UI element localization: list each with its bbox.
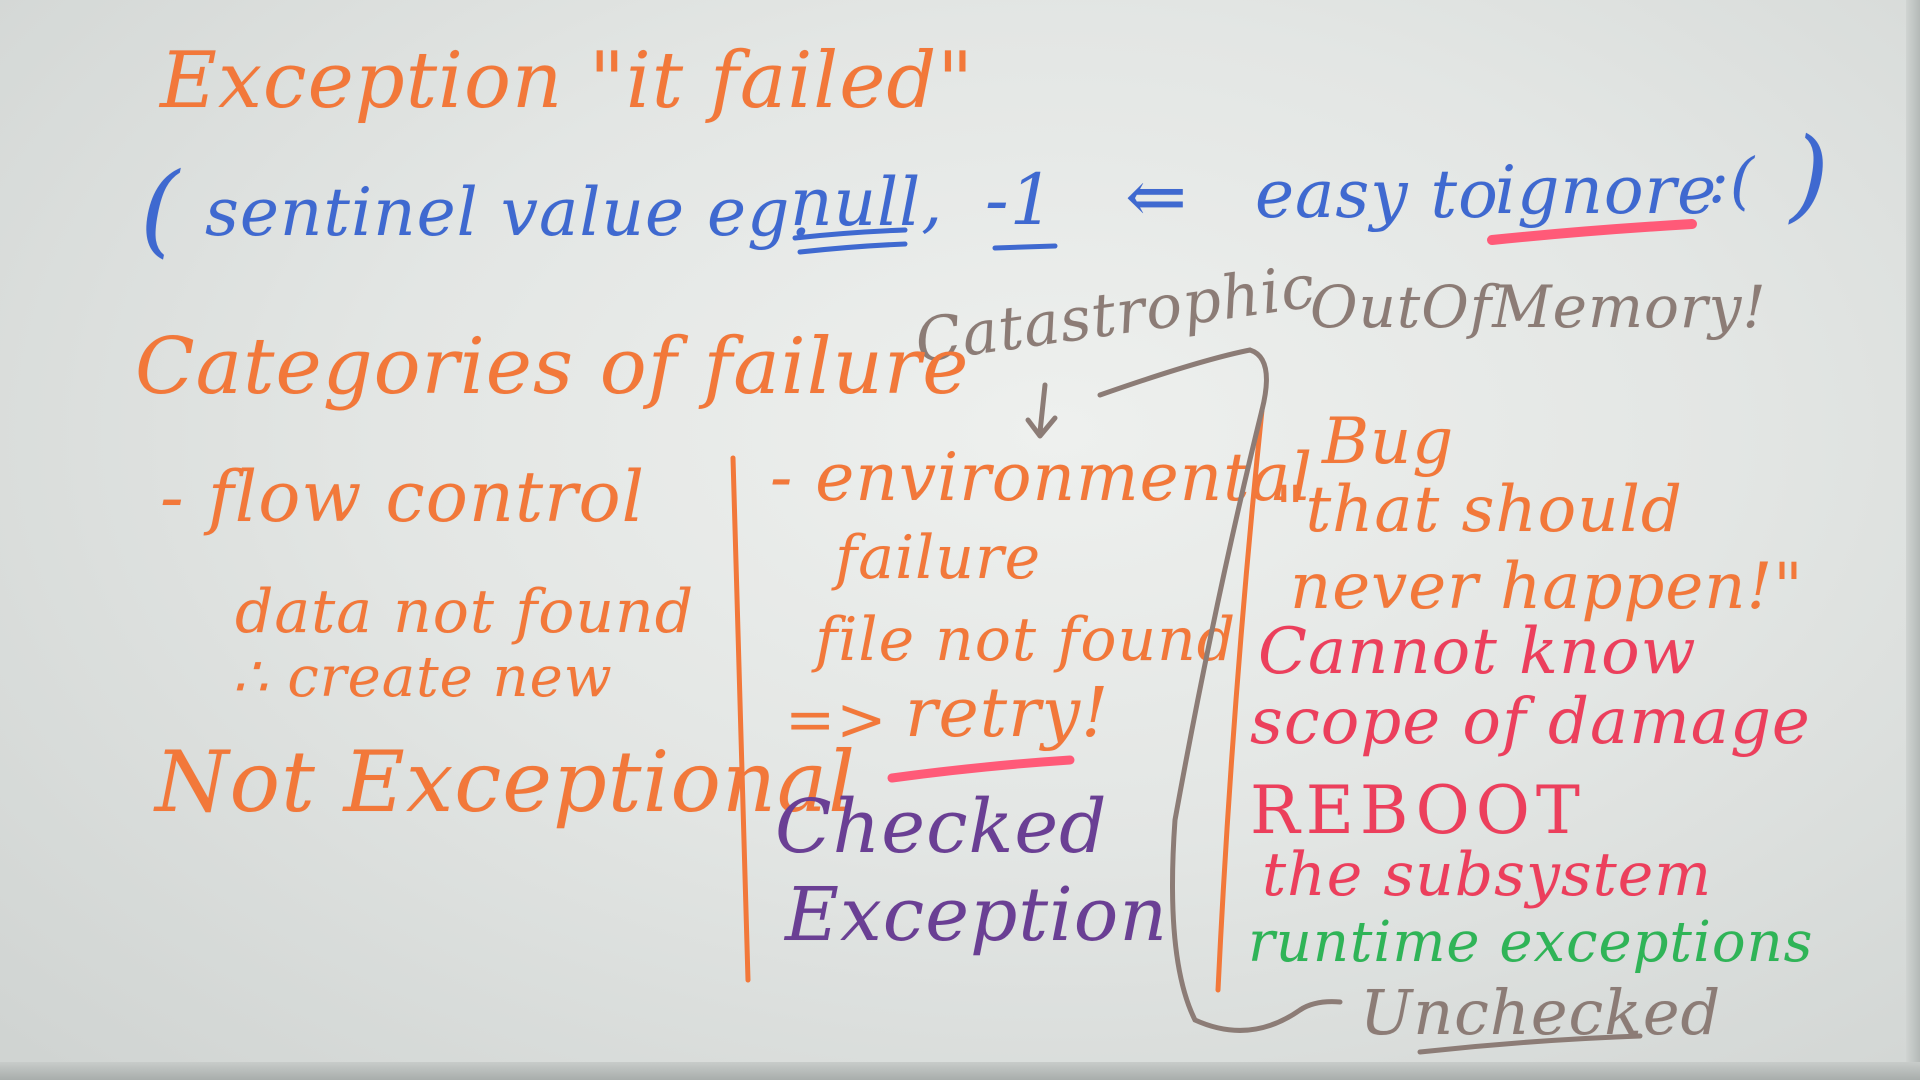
retry-text: retry!	[905, 674, 1110, 753]
out-of-memory-label: OutOfMemory!	[1310, 273, 1767, 341]
title-exception-it-failed: Exception "it failed"	[160, 36, 975, 126]
null-value: null,	[790, 164, 944, 241]
never-happen-text: never happen!"	[1290, 550, 1804, 624]
close-paren: )	[1790, 116, 1831, 233]
left-divider	[730, 455, 751, 983]
frown-face-icon: :(	[1708, 144, 1756, 217]
catastrophic-label: Catastrophic	[910, 251, 1320, 377]
minus-one-underline	[992, 243, 1058, 251]
create-new-text: ∴ create new	[232, 645, 613, 710]
implies-arrow-icon: =>	[785, 685, 888, 755]
checked-text: Checked	[775, 784, 1108, 870]
left-double-arrow-icon: ⇐	[1125, 154, 1189, 240]
file-not-found-text: file not found	[815, 605, 1237, 675]
whiteboard: Exception "it failed" ( sentinel value e…	[0, 0, 1920, 1080]
scope-of-damage-text: scope of damage	[1250, 685, 1811, 759]
bug-text: Bug	[1322, 405, 1455, 479]
retry-highlight	[887, 755, 1075, 783]
that-should-text: "that should	[1275, 473, 1683, 547]
the-subsystem-text: the subsystem	[1262, 840, 1713, 910]
exception-text: Exception	[785, 872, 1168, 958]
cannot-know-text: Cannot know	[1258, 615, 1697, 689]
whiteboard-frame-bottom	[0, 1062, 1920, 1080]
catastrophic-arrow	[1025, 382, 1058, 439]
categories-heading: Categories of failure	[135, 322, 970, 412]
not-exceptional-text: Not Exceptional	[155, 733, 856, 831]
flow-control-text: - flow control	[160, 456, 646, 538]
reboot-text: REBOOT	[1250, 772, 1586, 849]
ignore-text: ignore	[1495, 152, 1718, 229]
easy-to-text: easy to	[1255, 156, 1499, 233]
whiteboard-frame-right	[1906, 0, 1920, 1080]
unchecked-text: Unchecked	[1360, 976, 1722, 1049]
runtime-exceptions-text: runtime exceptions	[1248, 910, 1814, 975]
data-not-found-text: data not found	[235, 577, 695, 647]
sentinel-value-text: sentinel value eg.	[205, 174, 813, 251]
open-paren: (	[140, 151, 181, 268]
failure-text: failure	[835, 523, 1042, 593]
minus-one-value: -1	[985, 159, 1056, 241]
null-underline-2	[797, 241, 908, 255]
environmental-text: - environmental	[770, 439, 1314, 516]
